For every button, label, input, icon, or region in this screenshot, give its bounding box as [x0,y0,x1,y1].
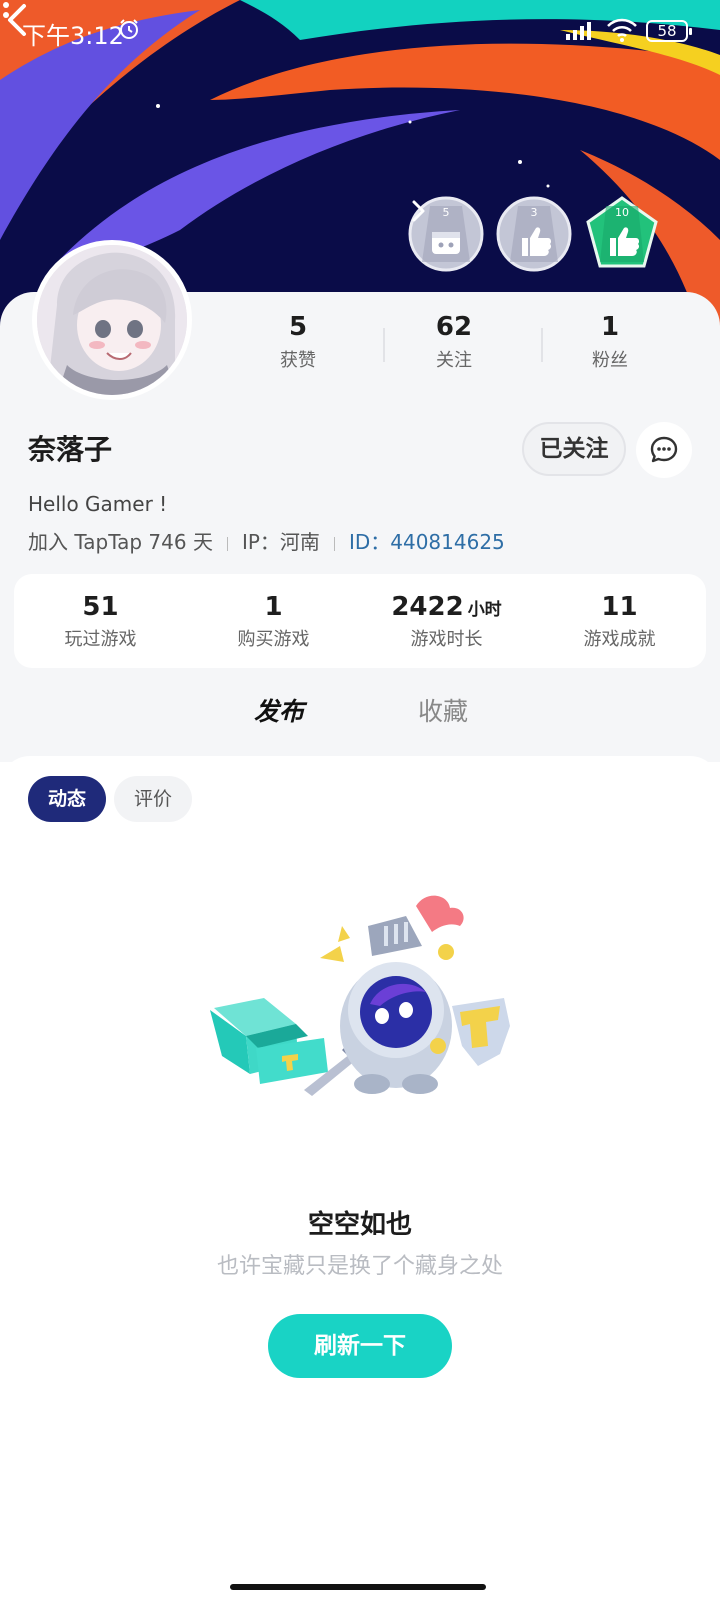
stat-following[interactable]: 62 关注 [384,312,524,372]
stat-followers-value: 1 [600,312,620,342]
tab-posts[interactable]: 发布 [254,692,305,728]
profile-page: 下午3:12 58 5 3 10 5 获赞 62 关注 1 粉丝 奈落子 已关注… [0,0,720,1601]
content-tabs: 发布 收藏 [0,692,720,742]
avatar[interactable] [32,240,192,400]
svg-text:5: 5 [443,206,450,219]
tab-posts-label: 发布 [254,697,305,726]
stat-likes[interactable]: 5 获赞 [228,312,368,372]
badge-row[interactable]: 5 3 10 [408,196,708,272]
join-duration: 加入 TapTap 746 天 [28,530,213,554]
gstat-playtime[interactable]: 2422 小时 游戏时长 [360,592,533,651]
divider [383,328,385,362]
divider [541,328,543,362]
gstat-played-value: 51 [82,592,119,622]
tab-favorites[interactable]: 收藏 [418,692,468,728]
chip-reviews[interactable]: 评价 [114,776,192,822]
stat-following-label: 关注 [436,350,472,371]
signal-icon [566,22,591,40]
profile-stats: 5 获赞 62 关注 1 粉丝 [226,312,698,376]
separator [226,536,228,551]
user-id-value[interactable]: 440814625 [390,530,505,554]
profile-info-row: 加入 TapTap 746 天 IP：河南 ID：440814625 [28,526,505,555]
separator [333,536,335,551]
stat-followers[interactable]: 1 粉丝 [540,312,680,372]
bio-text: Hello Gamer ! [28,492,168,516]
gstat-purchased[interactable]: 1 购买游戏 [187,592,360,651]
svg-text:3: 3 [531,206,538,219]
stat-likes-value: 5 [288,312,308,342]
gstat-played[interactable]: 51 玩过游戏 [14,592,187,651]
svg-text:10: 10 [615,206,629,219]
gstat-purchased-value: 1 [264,592,283,622]
gstat-played-label: 玩过游戏 [64,629,137,650]
ip-location: IP：河南 [241,530,320,554]
stat-following-value: 62 [435,312,473,342]
empty-state-title: 空空如也 [307,1210,412,1240]
more-options-button[interactable] [0,0,12,30]
gstat-playtime-value: 2422 [391,592,464,622]
avatar-illustration [37,245,187,395]
user-id-label: ID： [348,530,391,554]
badge-likes-10-icon[interactable]: 10 [584,196,660,272]
chevron-right-icon[interactable] [408,196,428,226]
refresh-button[interactable]: 刷新一下 [268,1314,452,1378]
gstat-achievements-label: 游戏成就 [583,629,656,650]
status-time: 下午3:12 [22,22,124,50]
status-bar: 下午3:12 58 [0,0,720,64]
message-button[interactable] [636,422,692,478]
badge-likes-icon[interactable]: 3 [496,196,572,272]
empty-state-subtitle: 也许宝藏只是换了个藏身之处 [216,1254,503,1279]
gstat-purchased-label: 购买游戏 [237,629,310,650]
home-indicator[interactable] [230,1584,486,1590]
battery-icon: 58 [646,20,692,42]
alarm-icon [120,19,138,39]
wifi-icon [607,18,637,42]
gstat-playtime-unit: 小时 [467,600,502,620]
chip-moments[interactable]: 动态 [28,776,106,822]
stat-likes-label: 获赞 [280,350,316,371]
game-stats-panel: 51 玩过游戏 1 购买游戏 2422 小时 游戏时长 11 游戏成就 [14,574,706,668]
gstat-achievements[interactable]: 11 游戏成就 [533,592,706,651]
content-panel: 动态 评价 [0,756,720,1601]
empty-state-illustration [210,895,510,1096]
chat-bubble-icon [650,436,678,463]
gstat-achievements-value: 11 [601,592,638,622]
username: 奈落子 [28,433,113,466]
gstat-playtime-label: 游戏时长 [410,629,483,650]
following-button[interactable]: 已关注 [522,422,626,476]
stat-followers-label: 粉丝 [592,350,628,371]
